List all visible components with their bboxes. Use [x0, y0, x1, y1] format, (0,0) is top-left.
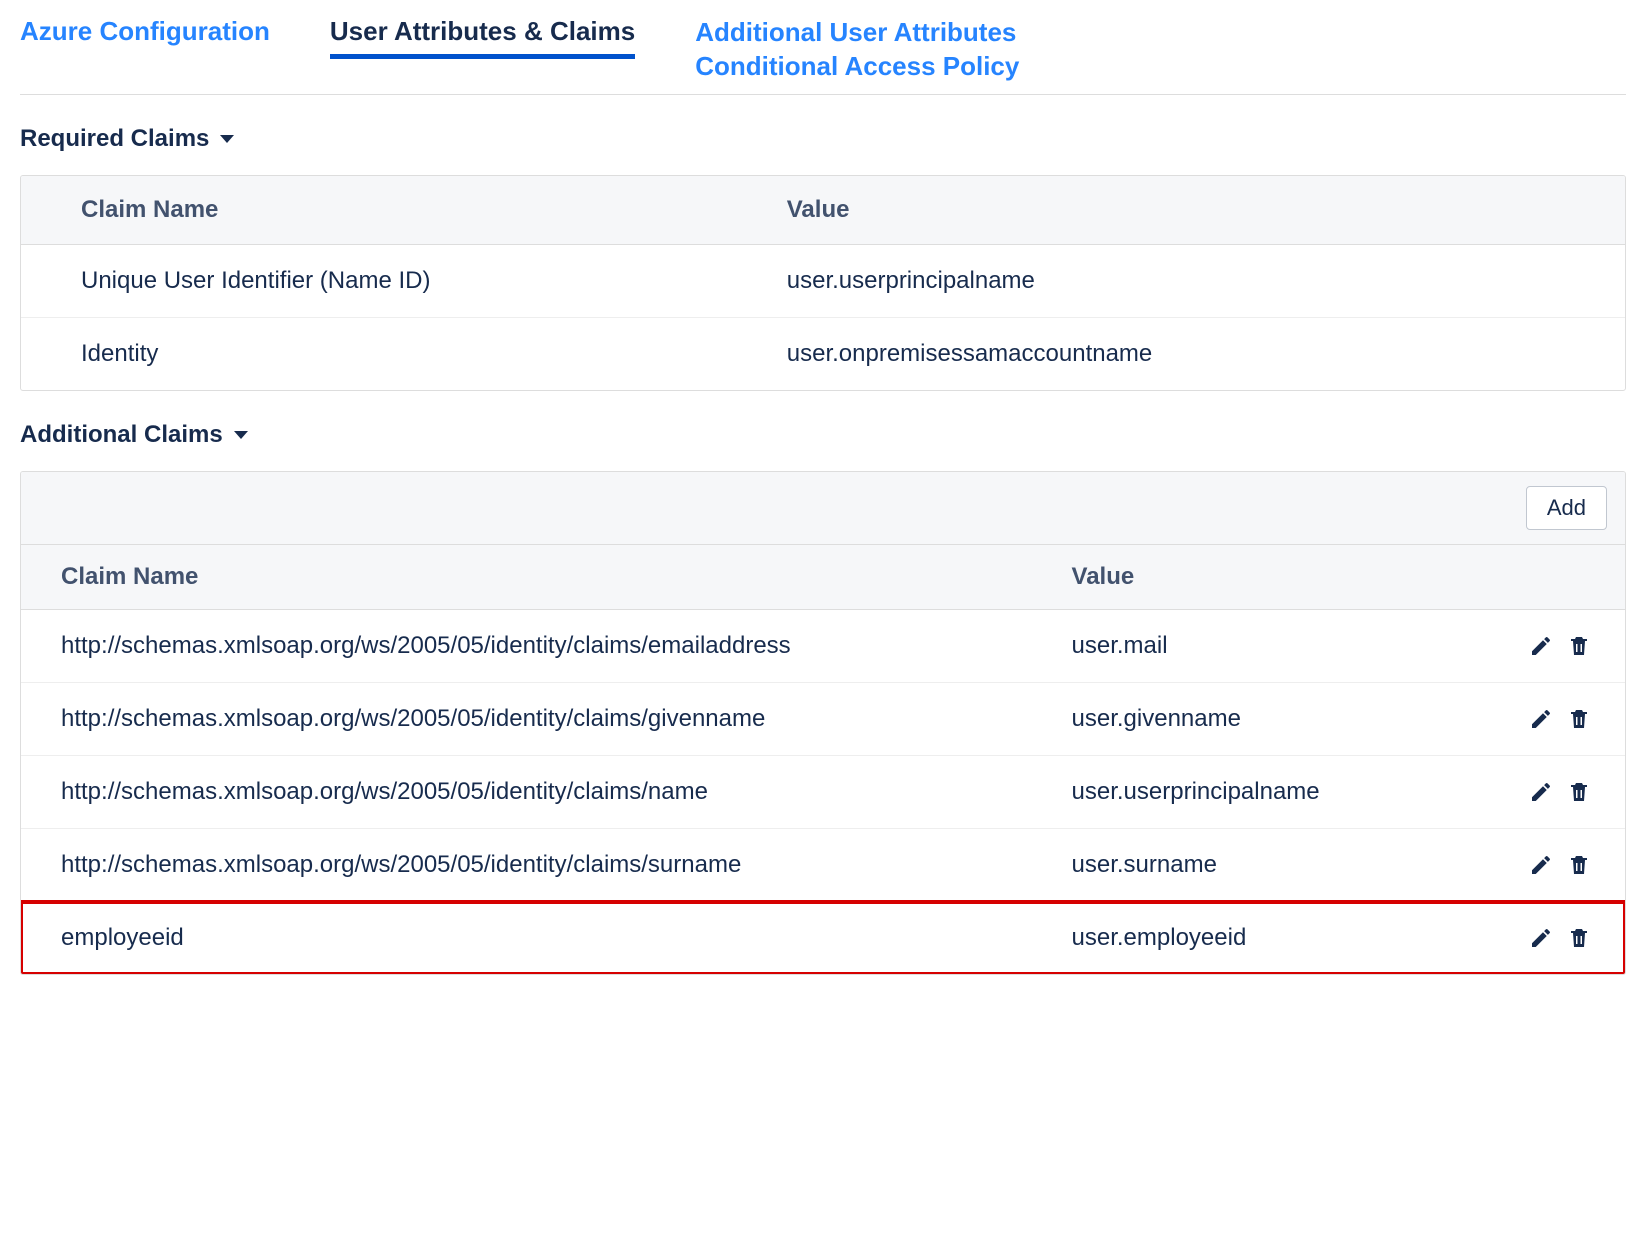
row-actions	[1433, 612, 1625, 680]
table-row: http://schemas.xmlsoap.org/ws/2005/05/id…	[21, 829, 1625, 902]
delete-icon[interactable]	[1567, 634, 1591, 658]
row-actions	[1433, 831, 1625, 899]
required-claims-title: Required Claims	[20, 125, 209, 153]
tab-additional-conditional[interactable]: Additional User Attributes Conditional A…	[695, 8, 1019, 94]
additional-claims-table: Add Claim Name Value http://schemas.xmls…	[20, 471, 1626, 975]
claim-name-cell: employeeid	[21, 902, 1032, 974]
claim-value-cell: user.userprincipalname	[727, 245, 1625, 317]
claim-name-cell: http://schemas.xmlsoap.org/ws/2005/05/id…	[21, 610, 1032, 682]
tab-azure-configuration[interactable]: Azure Configuration	[20, 8, 270, 57]
table-row: http://schemas.xmlsoap.org/ws/2005/05/id…	[21, 756, 1625, 829]
tab-additional-user-attributes-label: Additional User Attributes	[695, 16, 1019, 50]
edit-icon[interactable]	[1529, 853, 1553, 877]
add-claim-button[interactable]: Add	[1526, 486, 1607, 530]
additional-col-claim-name: Claim Name	[21, 545, 1032, 609]
table-row: http://schemas.xmlsoap.org/ws/2005/05/id…	[21, 683, 1625, 756]
caret-down-icon	[233, 429, 249, 441]
claim-value-cell: user.onpremisessamaccountname	[727, 318, 1625, 390]
edit-icon[interactable]	[1529, 707, 1553, 731]
tab-user-attributes-claims[interactable]: User Attributes & Claims	[330, 8, 635, 57]
additional-claims-topbar: Add	[21, 472, 1625, 545]
row-actions	[1433, 904, 1625, 972]
delete-icon[interactable]	[1567, 926, 1591, 950]
additional-claims-title: Additional Claims	[20, 421, 223, 449]
claim-name-cell: Unique User Identifier (Name ID)	[21, 245, 727, 317]
claim-name-cell: http://schemas.xmlsoap.org/ws/2005/05/id…	[21, 683, 1032, 755]
claim-name-cell: Identity	[21, 318, 727, 390]
required-col-value: Value	[727, 176, 1625, 244]
additional-claims-thead: Claim Name Value	[21, 545, 1625, 610]
delete-icon[interactable]	[1567, 707, 1591, 731]
claim-value-cell: user.userprincipalname	[1032, 756, 1433, 828]
tabs-nav: Azure Configuration User Attributes & Cl…	[20, 8, 1626, 95]
row-actions	[1433, 758, 1625, 826]
claim-value-cell: user.mail	[1032, 610, 1433, 682]
claim-value-cell: user.surname	[1032, 829, 1433, 901]
edit-icon[interactable]	[1529, 780, 1553, 804]
table-row: Unique User Identifier (Name ID)user.use…	[21, 245, 1625, 318]
delete-icon[interactable]	[1567, 780, 1591, 804]
required-col-claim-name: Claim Name	[21, 176, 727, 244]
additional-col-value: Value	[1032, 545, 1433, 609]
additional-col-actions	[1433, 545, 1625, 609]
required-claims-table: Claim Name Value Unique User Identifier …	[20, 175, 1626, 391]
table-row: employeeiduser.employeeid	[21, 902, 1625, 974]
claim-value-cell: user.givenname	[1032, 683, 1433, 755]
table-row: http://schemas.xmlsoap.org/ws/2005/05/id…	[21, 610, 1625, 683]
claim-name-cell: http://schemas.xmlsoap.org/ws/2005/05/id…	[21, 829, 1032, 901]
additional-claims-header[interactable]: Additional Claims	[20, 421, 1626, 449]
claim-name-cell: http://schemas.xmlsoap.org/ws/2005/05/id…	[21, 756, 1032, 828]
claim-value-cell: user.employeeid	[1032, 902, 1433, 974]
tab-conditional-access-policy-label: Conditional Access Policy	[695, 50, 1019, 84]
table-row: Identityuser.onpremisessamaccountname	[21, 318, 1625, 390]
row-actions	[1433, 685, 1625, 753]
caret-down-icon	[219, 133, 235, 145]
required-claims-thead: Claim Name Value	[21, 176, 1625, 245]
edit-icon[interactable]	[1529, 926, 1553, 950]
edit-icon[interactable]	[1529, 634, 1553, 658]
delete-icon[interactable]	[1567, 853, 1591, 877]
required-claims-header[interactable]: Required Claims	[20, 125, 1626, 153]
